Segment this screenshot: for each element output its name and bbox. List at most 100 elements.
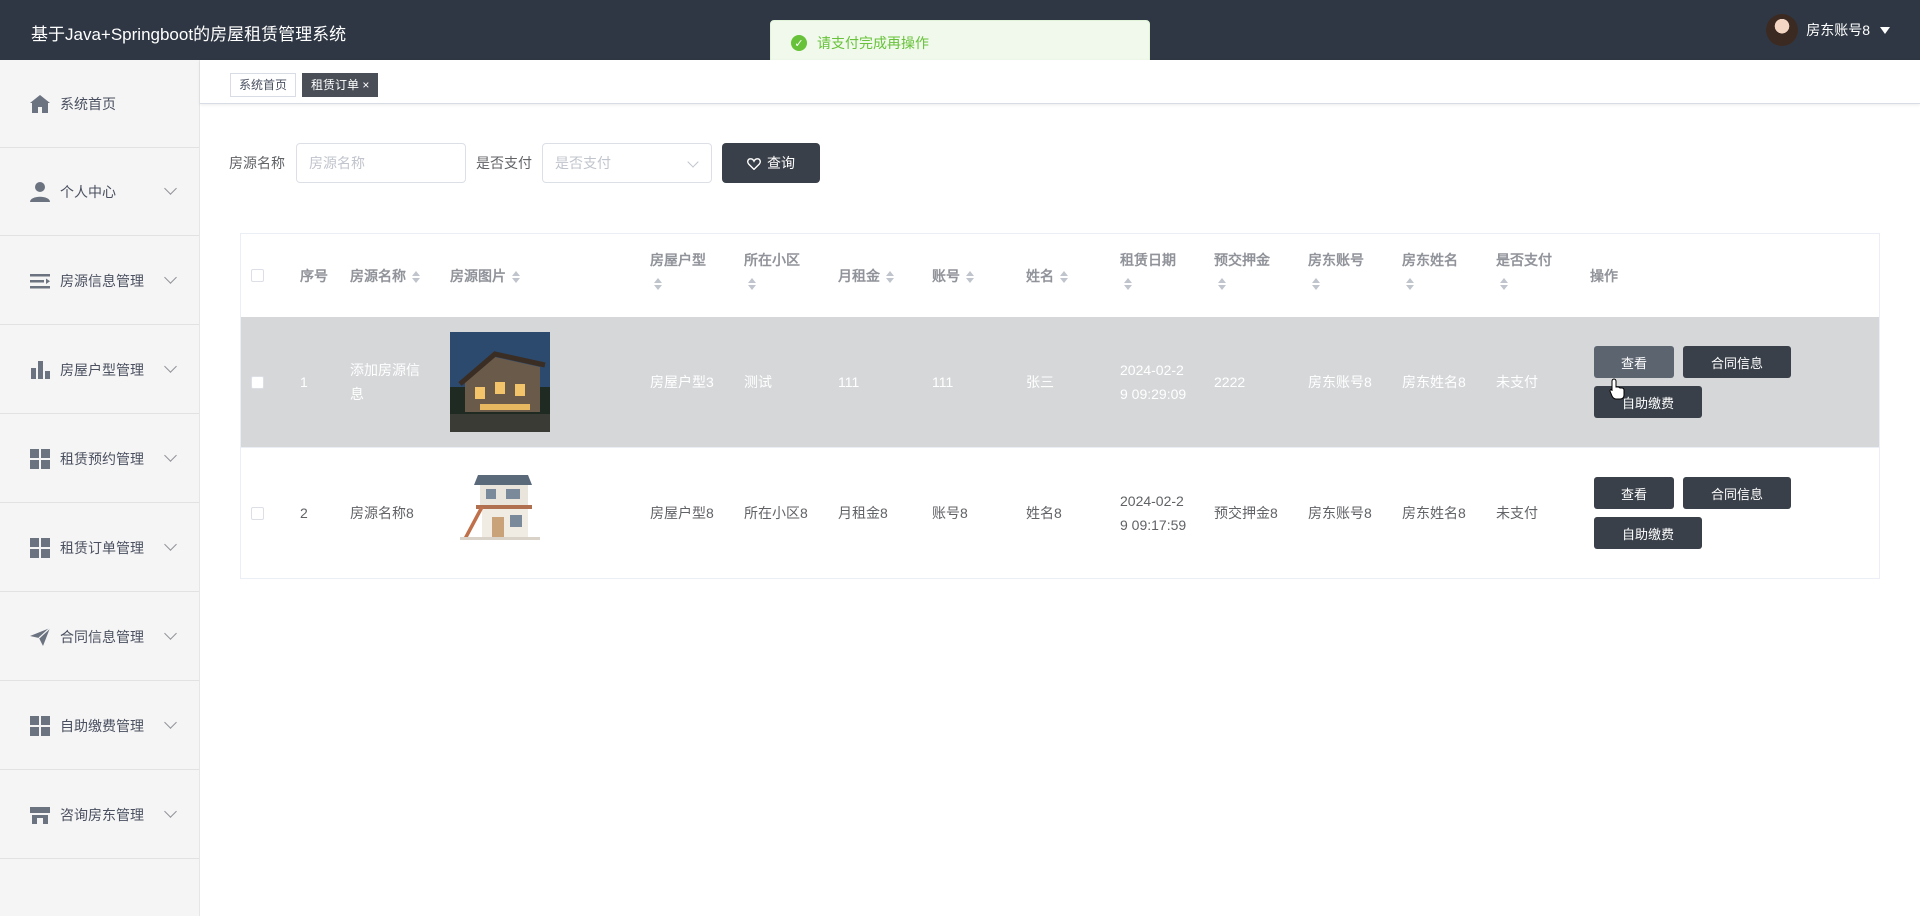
house-photo-1[interactable]: [450, 332, 550, 432]
tag-home[interactable]: 系统首页: [230, 73, 297, 97]
sort-icon[interactable]: [1218, 278, 1226, 291]
house-name-label: 房源名称: [229, 155, 285, 171]
house-photo-2[interactable]: [450, 463, 550, 563]
cell-community: 所在小区8: [744, 505, 808, 521]
sidebar-item-home[interactable]: 系统首页: [0, 60, 199, 148]
chevron-down-icon: [164, 627, 177, 640]
cell-house-name-line1: 添加房源信: [350, 362, 420, 378]
cell-date-line1: 2024-02-2: [1120, 362, 1184, 378]
is-paid-select[interactable]: 是否支付: [542, 143, 712, 183]
sort-icon[interactable]: [654, 278, 662, 291]
sort-icon[interactable]: [412, 271, 420, 284]
is-paid-label: 是否支付: [476, 155, 532, 171]
avatar[interactable]: [1766, 14, 1799, 46]
sidebar-item-label: 个人中心: [60, 183, 116, 200]
chevron-down-icon: [164, 805, 177, 818]
sidebar-item-label: 系统首页: [60, 95, 116, 112]
sidebar-item-house-type[interactable]: 房屋户型管理: [0, 326, 199, 414]
row-checkbox[interactable]: [251, 507, 264, 520]
col-deposit[interactable]: 预交押金: [1214, 250, 1270, 291]
query-button[interactable]: 查询: [722, 143, 820, 183]
sort-icon[interactable]: [1406, 278, 1414, 291]
col-account[interactable]: 账号: [932, 266, 974, 286]
sort-icon[interactable]: [748, 278, 756, 291]
cell-date-line1: 2024-02-2: [1120, 493, 1184, 509]
sort-icon[interactable]: [886, 271, 894, 284]
cell-account: 账号8: [932, 505, 968, 521]
tag-rent-order[interactable]: 租赁订单 ×: [302, 73, 379, 97]
user-name[interactable]: 房东账号8: [1806, 20, 1870, 40]
cell-index: 1: [300, 374, 308, 390]
col-account-label: 账号: [932, 268, 960, 284]
col-paid-label: 是否支付: [1496, 252, 1552, 268]
sort-icon[interactable]: [1500, 278, 1508, 291]
tags-bar: 系统首页 租赁订单 ×: [200, 60, 1920, 104]
sort-icon[interactable]: [966, 271, 974, 284]
contract-info-button[interactable]: 合同信息: [1683, 346, 1791, 378]
cell-landlord-account: 房东账号8: [1308, 374, 1372, 390]
col-house-name[interactable]: 房源名称: [350, 266, 420, 286]
house-name-placeholder: 房源名称: [309, 155, 365, 171]
col-person-label: 姓名: [1026, 268, 1054, 284]
sidebar-item-personal-center[interactable]: 个人中心: [0, 148, 199, 236]
cell-house-name: 添加房源信息: [350, 358, 420, 406]
sidebar-item-house-info[interactable]: 房源信息管理: [0, 237, 199, 325]
table-row[interactable]: 1 添加房源信息 房屋户型3 测试 111 111 张三 2024-02-2 9 …: [241, 317, 1879, 448]
toast-text: 请支付完成再操作: [817, 35, 929, 51]
sort-icon[interactable]: [1124, 278, 1132, 291]
chevron-down-icon: [164, 360, 177, 373]
col-house-image-label: 房源图片: [450, 268, 506, 284]
sort-icon[interactable]: [1060, 271, 1068, 284]
self-payment-button[interactable]: 自助缴费: [1594, 517, 1702, 549]
user-menu[interactable]: 房东账号8: [1766, 14, 1890, 46]
is-paid-placeholder: 是否支付: [555, 155, 611, 171]
col-landlord-account-label: 房东账号: [1308, 252, 1364, 268]
col-paid[interactable]: 是否支付: [1496, 250, 1552, 291]
col-index: 序号: [300, 268, 328, 284]
sidebar-item-consult[interactable]: 咨询房东管理: [0, 771, 199, 859]
sidebar-item-self-payment[interactable]: 自助缴费管理: [0, 682, 199, 770]
caret-down-icon[interactable]: [1880, 26, 1890, 34]
sidebar-item-label: 咨询房东管理: [60, 806, 144, 823]
orders-table: 序号 房源名称 房源图片 房屋户型 所在小区 月租金 账号 姓名 租赁日期 预交…: [240, 233, 1880, 579]
contract-info-button[interactable]: 合同信息: [1683, 477, 1791, 509]
sort-icon[interactable]: [1312, 278, 1320, 291]
col-house-name-label: 房源名称: [350, 268, 406, 284]
cell-landlord-name: 房东姓名8: [1402, 505, 1466, 521]
sidebar-item-rent-booking[interactable]: 租赁预约管理: [0, 415, 199, 503]
sidebar-item-label: 房源信息管理: [60, 272, 144, 289]
col-landlord-account[interactable]: 房东账号: [1308, 250, 1364, 291]
paper-plane-icon: [30, 627, 51, 646]
select-all-checkbox[interactable]: [251, 269, 264, 282]
chevron-down-icon: [164, 538, 177, 551]
chevron-down-icon: [687, 156, 699, 168]
success-check-icon: ✓: [791, 35, 807, 51]
grid-icon: [30, 715, 50, 736]
chevron-down-icon: [164, 716, 177, 729]
col-rent[interactable]: 月租金: [838, 266, 894, 286]
cell-house-name-line2: 息: [350, 386, 364, 402]
col-date-label: 租赁日期: [1120, 252, 1176, 268]
col-date[interactable]: 租赁日期: [1120, 250, 1176, 291]
sidebar-item-contract[interactable]: 合同信息管理: [0, 593, 199, 681]
cell-house-type: 房屋户型3: [650, 374, 714, 390]
cell-date: 2024-02-2 9 09:29:09: [1120, 358, 1186, 406]
col-community-label: 所在小区: [744, 252, 800, 268]
house-name-input[interactable]: 房源名称: [296, 143, 466, 183]
col-community[interactable]: 所在小区: [744, 250, 800, 291]
view-button[interactable]: 查看: [1594, 477, 1674, 509]
sort-icon[interactable]: [512, 271, 520, 284]
col-house-image[interactable]: 房源图片: [450, 266, 520, 286]
store-icon: [30, 806, 50, 824]
sidebar-item-label: 合同信息管理: [60, 628, 144, 645]
row-checkbox[interactable]: [251, 376, 264, 389]
cell-house-name: 房源名称8: [350, 505, 414, 521]
col-landlord-name[interactable]: 房东姓名: [1402, 250, 1458, 291]
view-button[interactable]: 查看: [1594, 346, 1674, 378]
cell-paid: 未支付: [1496, 505, 1538, 521]
table-row[interactable]: 2 房源名称8 房屋户型8 所在小区8 月租金8 账号8 姓名8 2024-02…: [241, 448, 1879, 579]
col-house-type[interactable]: 房屋户型: [650, 250, 706, 291]
col-person[interactable]: 姓名: [1026, 266, 1068, 286]
sidebar-item-rent-order[interactable]: 租赁订单管理: [0, 504, 199, 592]
sidebar-item-label: 自助缴费管理: [60, 717, 144, 734]
